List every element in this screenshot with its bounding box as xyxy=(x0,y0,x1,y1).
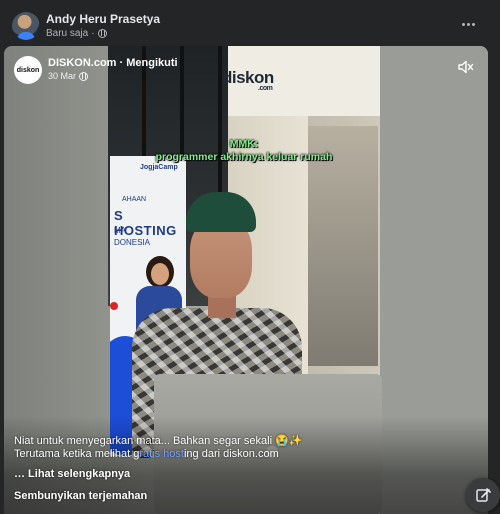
description-line: Niat untuk menyegarkan mata... Bahkan se… xyxy=(14,435,303,447)
video-watermark: diskon .com xyxy=(222,68,274,92)
description-link[interactable]: ratis host xyxy=(139,448,184,460)
post-card: Andy Heru Prasetya Baru saja · JogjaCamp… xyxy=(0,0,500,514)
more-options-button[interactable] xyxy=(456,16,480,32)
post-meta: Baru saja · xyxy=(46,28,107,39)
edit-icon xyxy=(476,488,491,502)
compose-button[interactable] xyxy=(466,478,500,512)
author-avatar[interactable] xyxy=(12,12,40,40)
follow-status[interactable]: Mengikuti xyxy=(126,57,177,69)
page-name-line: DISKON.com · Mengikuti xyxy=(48,57,178,69)
caption-line: programmer akhirnya keluar rumah xyxy=(155,151,333,163)
dot-icon xyxy=(461,22,465,26)
dot-icon xyxy=(466,22,470,26)
description-line: Terutama ketika melihat gratis hosting d… xyxy=(14,448,279,460)
see-more-link[interactable]: … Lihat selengkapnya xyxy=(14,468,130,480)
video-caption: MMK: programmer akhirnya keluar rumah xyxy=(124,138,364,164)
shared-video-post[interactable]: JogjaCamp AHAAN S HOSTING MA DONESIA dis… xyxy=(4,46,488,514)
banner-text: DONESIA xyxy=(114,238,151,247)
hide-translation-link[interactable]: Sembunyikan terjemahan xyxy=(14,490,147,502)
description-text: Terutama ketika melihat g xyxy=(14,448,140,460)
mute-icon[interactable] xyxy=(458,60,474,74)
page-avatar[interactable]: diskon xyxy=(14,56,42,84)
post-header: Andy Heru Prasetya Baru saja · xyxy=(0,0,500,46)
meta-separator: · xyxy=(91,28,95,39)
author-name[interactable]: Andy Heru Prasetya xyxy=(46,12,160,26)
globe-icon xyxy=(79,71,89,81)
watermark-sub: .com xyxy=(258,85,273,92)
page-meta: 30 Mar xyxy=(48,71,89,81)
dot-icon xyxy=(471,22,475,26)
globe-icon[interactable] xyxy=(97,29,107,38)
banner-text: AHAAN xyxy=(122,196,147,203)
name-separator: · xyxy=(119,57,124,69)
post-time[interactable]: Baru saja xyxy=(46,28,88,39)
page-date[interactable]: 30 Mar xyxy=(48,71,76,81)
page-name[interactable]: DISKON.com xyxy=(48,57,116,69)
banner-brand: JogjaCamp xyxy=(140,164,178,171)
banner-person-face xyxy=(151,263,169,285)
page-logo-text: diskon xyxy=(16,66,40,74)
banner-dot xyxy=(110,302,118,310)
scrollbar[interactable] xyxy=(490,46,500,514)
description-text: ing dari diskon.com xyxy=(183,448,279,460)
caption-line: MMK: xyxy=(229,138,259,150)
banner-text: MA xyxy=(114,226,126,235)
